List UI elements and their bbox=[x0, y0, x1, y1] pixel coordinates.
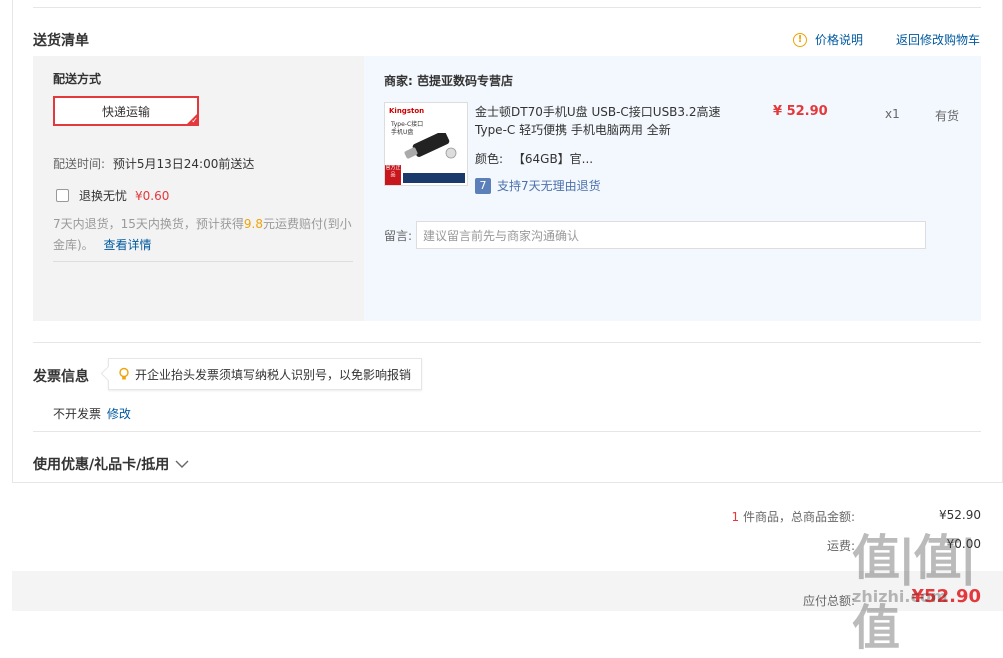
insurance-desc-amount: 9.8 bbox=[243, 217, 263, 231]
warning-icon: ! bbox=[793, 32, 807, 47]
merchant-goods: 商家: 芭提亚数码专营店 Kingston Type-C接口 手机U盘 官方正品… bbox=[364, 56, 981, 321]
payable-label: 应付总额: bbox=[802, 594, 855, 608]
return-policy: 7 支持7天无理由退货 bbox=[475, 177, 601, 194]
selected-check-icon: ✓ bbox=[186, 113, 198, 125]
thumb-footer-bar bbox=[403, 173, 465, 183]
memo-label: 留言: bbox=[384, 229, 413, 243]
insurance-detail-link[interactable]: 查看详情 bbox=[104, 238, 152, 252]
shipping-method-button[interactable]: 快递运输 ✓ bbox=[53, 96, 199, 126]
insurance-description: 7天内退货，15天内换货，预计获得9.8元运费赔付(到小金库)。 查看详情 bbox=[53, 214, 353, 256]
color-label: 颜色: bbox=[475, 152, 504, 166]
product-name[interactable]: 金士顿DT70手机U盘 USB-C接口USB3.2高速Type-C 轻巧便携 手… bbox=[475, 103, 725, 139]
return-policy-text: 支持7天无理由退货 bbox=[497, 179, 601, 193]
product-thumbnail[interactable]: Kingston Type-C接口 手机U盘 官方正品 bbox=[384, 102, 468, 186]
return-insurance-label: 退换无忧 bbox=[79, 189, 128, 203]
shipment-box: 配送方式 快递运输 ✓ 配送时间: 预计5月13日24:00前送达 退换无忧 ¥… bbox=[33, 56, 981, 321]
return-insurance-price: ¥0.60 bbox=[135, 188, 170, 203]
goods-count-row: 1 件商品，总商品金额: bbox=[731, 508, 855, 525]
shipping-heading: 配送方式 bbox=[53, 72, 102, 86]
insurance-desc-text: 7天内退货，15天内换货，预计获得 bbox=[53, 217, 244, 231]
goods-count-label: 件商品，总商品金额: bbox=[742, 510, 855, 524]
delivery-time-value: 预计5月13日24:00前送达 bbox=[112, 157, 255, 171]
chevron-down-icon bbox=[175, 460, 189, 468]
divider bbox=[33, 7, 981, 8]
divider bbox=[53, 261, 353, 262]
merchant-line: 商家: 芭提亚数码专营店 bbox=[384, 72, 513, 89]
merchant-label: 商家: bbox=[384, 74, 413, 88]
discount-title: 使用优惠/礼品卡/抵用 bbox=[33, 457, 170, 473]
product-quantity: x1 bbox=[885, 107, 900, 121]
usb-drive-image bbox=[404, 133, 457, 159]
return-insurance-checkbox[interactable] bbox=[56, 189, 69, 202]
invoice-tip-text: 开企业抬头发票须填写纳税人识别号，以免影响报销 bbox=[135, 367, 412, 382]
shipping-options: 配送方式 快递运输 ✓ 配送时间: 预计5月13日24:00前送达 退换无忧 ¥… bbox=[33, 56, 364, 321]
invoice-status-row: 不开发票 修改 bbox=[53, 405, 131, 422]
delivery-time-label: 配送时间: bbox=[53, 157, 106, 171]
freight-label: 运费: bbox=[826, 539, 855, 553]
product-color: 颜色: 【64GB】官... bbox=[475, 150, 593, 167]
return-insurance-row: 退换无忧 ¥0.60 bbox=[56, 187, 169, 204]
price-note-link[interactable]: ! 价格说明 bbox=[793, 31, 863, 48]
shipping-method-label: 快递运输 bbox=[101, 104, 150, 119]
memo-input[interactable]: 建议留言前先与商家沟通确认 bbox=[416, 221, 926, 249]
invoice-tip: 开企业抬头发票须填写纳税人识别号，以免影响报销 bbox=[100, 358, 423, 390]
official-tag: 官方正品 bbox=[385, 165, 401, 185]
delivery-time: 配送时间: 预计5月13日24:00前送达 bbox=[53, 155, 254, 172]
divider bbox=[33, 431, 981, 432]
delivery-list-title: 送货清单 bbox=[33, 33, 89, 49]
price-note-label[interactable]: 价格说明 bbox=[815, 31, 863, 48]
goods-count: 1 bbox=[731, 510, 740, 524]
back-to-cart-link[interactable]: 返回修改购物车 bbox=[896, 31, 980, 48]
invoice-edit-link[interactable]: 修改 bbox=[107, 407, 131, 421]
product-price: ¥ 52.90 bbox=[773, 104, 828, 119]
thumb-brand: Kingston bbox=[389, 107, 425, 115]
divider bbox=[33, 342, 981, 343]
watermark-site: zhizhi.com bbox=[852, 587, 948, 606]
discount-toggle[interactable]: 使用优惠/礼品卡/抵用 bbox=[33, 454, 189, 474]
invoice-title: 发票信息 bbox=[33, 369, 89, 385]
return-policy-icon: 7 bbox=[475, 177, 491, 194]
invoice-status: 不开发票 bbox=[53, 407, 102, 421]
merchant-name[interactable]: 芭提亚数码专营店 bbox=[417, 74, 513, 88]
color-value: 【64GB】官... bbox=[512, 152, 594, 166]
lightbulb-icon bbox=[119, 367, 129, 380]
stock-status: 有货 bbox=[935, 109, 960, 123]
